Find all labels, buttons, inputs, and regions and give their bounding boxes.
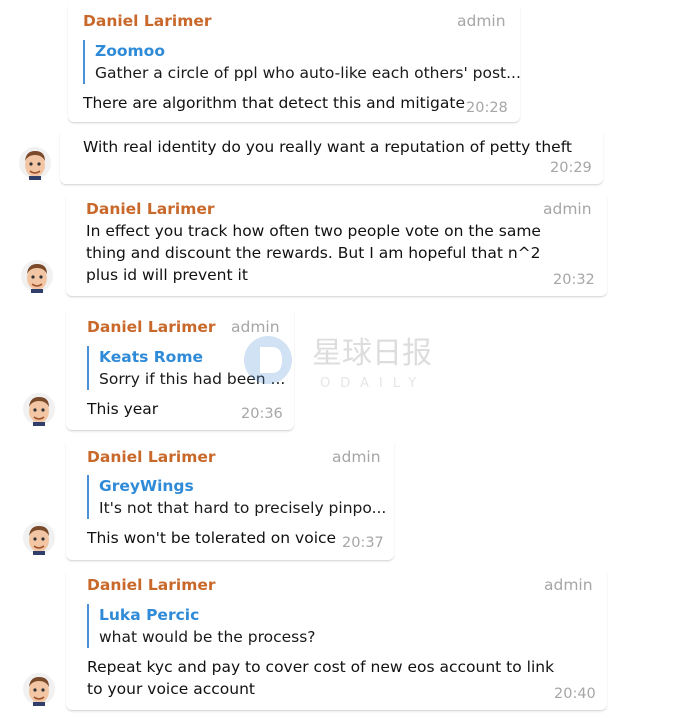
- reply-quote[interactable]: GreyWings It's not that hard to precisel…: [87, 475, 387, 519]
- user-avatar-icon[interactable]: [20, 259, 54, 293]
- message-text: This year: [87, 400, 159, 418]
- watermark-title: 星球日报: [312, 336, 432, 371]
- user-avatar-icon[interactable]: [22, 672, 56, 706]
- odaily-watermark: 星球日报 ODAILY: [244, 336, 432, 391]
- reply-quote[interactable]: Luka Percic what would be the process?: [87, 604, 567, 648]
- author-name[interactable]: Daniel Larimer: [87, 448, 216, 466]
- author-name[interactable]: Daniel Larimer: [87, 318, 216, 336]
- quote-text: what would be the process?: [99, 628, 316, 646]
- message-text: Repeat kyc and pay to cover cost of new …: [87, 658, 555, 698]
- user-avatar-icon[interactable]: [18, 146, 52, 180]
- quote-author: Luka Percic: [99, 606, 200, 624]
- user-avatar-icon[interactable]: [22, 392, 56, 426]
- message-time: 20:40: [554, 686, 596, 702]
- watermark-subtitle: ODAILY: [320, 376, 426, 391]
- message-time: 20:29: [550, 160, 592, 176]
- role-badge: admin: [457, 12, 506, 30]
- author-name[interactable]: Daniel Larimer: [86, 200, 215, 218]
- message-time: 20:32: [553, 272, 595, 288]
- message-time: 20:36: [241, 406, 283, 422]
- message-time: 20:28: [466, 100, 508, 116]
- message-bubble: Daniel Larimer admin Zoomoo Gather a cir…: [68, 2, 521, 122]
- reply-quote[interactable]: Zoomoo Gather a circle of ppl who auto-l…: [83, 40, 521, 84]
- author-name[interactable]: Daniel Larimer: [83, 12, 212, 30]
- role-badge: admin: [544, 576, 593, 594]
- author-name[interactable]: Daniel Larimer: [87, 576, 216, 594]
- message-text: In effect you track how often two people…: [86, 222, 541, 284]
- message-bubble: Daniel Larimer admin In effect you track…: [66, 192, 607, 296]
- role-badge: admin: [332, 448, 381, 466]
- quote-author: GreyWings: [99, 477, 194, 495]
- quote-text: Gather a circle of ppl who auto-like eac…: [95, 64, 521, 82]
- message-text: This won't be tolerated on voice: [87, 529, 337, 547]
- quote-text: It's not that hard to precisely pinpo...: [99, 499, 387, 517]
- message-bubble: With real identity do you really want a …: [60, 128, 603, 184]
- message-bubble: Daniel Larimer admin Luka Percic what wo…: [66, 568, 607, 710]
- quote-author: Zoomoo: [95, 42, 165, 60]
- message-bubble: Daniel Larimer admin GreyWings It's not …: [66, 438, 394, 560]
- user-avatar-icon[interactable]: [22, 521, 56, 555]
- message-text: There are algorithm that detect this and…: [83, 94, 466, 112]
- message-text: With real identity do you really want a …: [83, 138, 572, 156]
- role-badge: admin: [543, 200, 592, 218]
- message-time: 20:37: [342, 535, 384, 551]
